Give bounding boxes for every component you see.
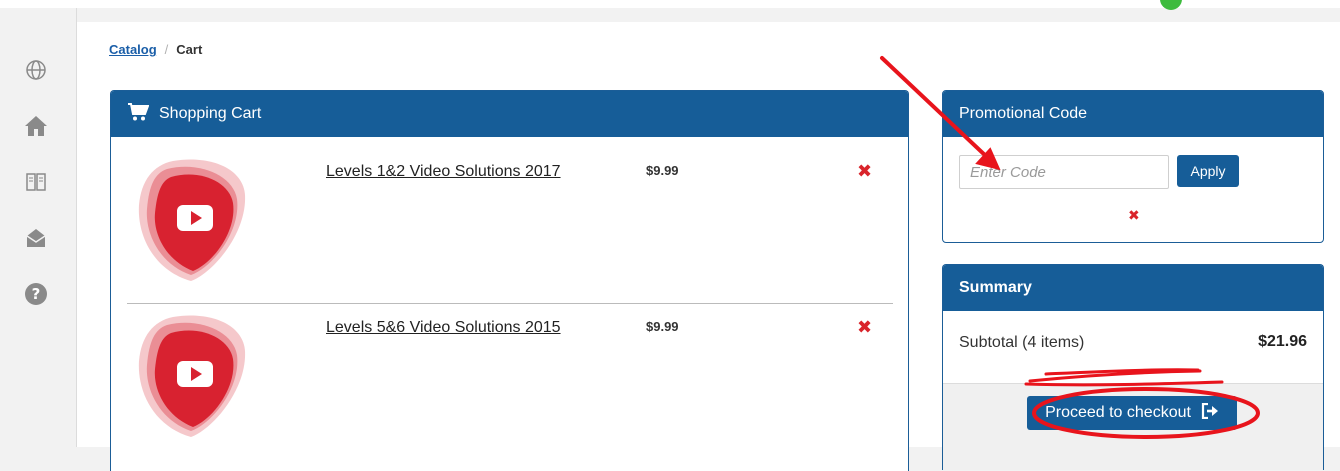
status-indicator <box>1160 0 1182 10</box>
shopping-cart-panel: Shopping Cart Levels 1&2 Video Solutions… <box>110 90 909 471</box>
promo-code-title: Promotional Code <box>959 105 1088 122</box>
video-thumbnail-icon[interactable] <box>133 311 263 441</box>
promo-code-panel: Promotional Code Apply ✖ <box>942 90 1324 243</box>
cart-item-title[interactable]: Levels 5&6 Video Solutions 2015 <box>326 319 561 337</box>
cart-item-price: $9.99 <box>646 319 679 334</box>
apply-button[interactable]: Apply <box>1177 155 1239 187</box>
breadcrumb-catalog-link[interactable]: Catalog <box>109 42 157 57</box>
breadcrumb-separator: / <box>164 42 169 57</box>
cart-item: Levels 5&6 Video Solutions 2015 $9.99 ✖ <box>111 293 908 453</box>
cart-icon <box>127 102 150 127</box>
top-strip <box>0 0 1340 8</box>
proceed-to-checkout-button[interactable]: Proceed to checkout <box>1027 396 1237 430</box>
globe-icon[interactable] <box>22 56 50 84</box>
cart-item-price: $9.99 <box>646 163 679 178</box>
promo-code-header: Promotional Code <box>943 91 1323 137</box>
remove-item-icon[interactable]: ✖ <box>857 161 872 181</box>
shopping-cart-header: Shopping Cart <box>111 91 908 137</box>
breadcrumb-current: Cart <box>176 42 203 57</box>
promo-code-input[interactable] <box>959 155 1169 189</box>
book-icon[interactable] <box>22 168 50 196</box>
checkout-label: Proceed to checkout <box>1045 404 1191 421</box>
sidebar: ? <box>0 8 77 447</box>
svg-text:?: ? <box>32 285 41 303</box>
summary-title: Summary <box>959 279 1032 296</box>
main-content: Catalog / Cart Shopping Cart Levels 1&2 Vi… <box>77 22 1340 471</box>
summary-footer: Proceed to checkout <box>943 383 1323 470</box>
cart-item-title[interactable]: Levels 1&2 Video Solutions 2017 <box>326 163 561 181</box>
home-icon[interactable] <box>22 112 50 140</box>
sign-out-icon <box>1201 402 1219 424</box>
summary-panel: Summary Subtotal (4 items) $21.96 Procee… <box>942 264 1324 470</box>
shopping-cart-title: Shopping Cart <box>159 105 262 122</box>
cart-item: Levels 1&2 Video Solutions 2017 $9.99 ✖ <box>111 137 908 297</box>
video-thumbnail-icon[interactable] <box>133 155 263 285</box>
help-icon[interactable]: ? <box>22 280 50 308</box>
subtotal-value: $21.96 <box>1258 333 1307 350</box>
breadcrumb: Catalog / Cart <box>109 42 202 57</box>
remove-item-icon[interactable]: ✖ <box>857 317 872 337</box>
subtotal-label: Subtotal (4 items) <box>959 334 1085 351</box>
summary-header: Summary <box>943 265 1323 311</box>
clear-promo-icon[interactable]: ✖ <box>1128 207 1140 224</box>
mail-icon[interactable] <box>22 224 50 252</box>
